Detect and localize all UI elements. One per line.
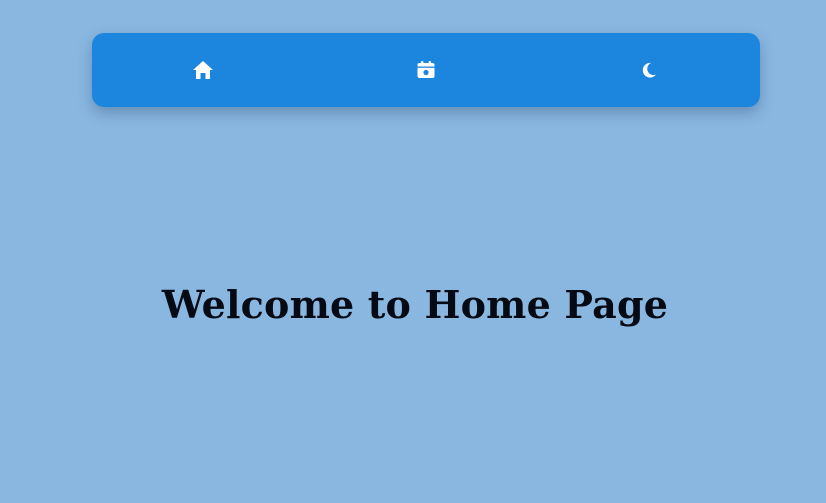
nav-calendar-button[interactable]	[406, 50, 446, 90]
top-navbar	[92, 33, 760, 107]
page: Welcome to Home Page	[0, 0, 826, 503]
calendar-icon	[416, 60, 436, 80]
page-heading: Welcome to Home Page	[161, 282, 669, 327]
nav-theme-toggle-button[interactable]	[629, 50, 669, 90]
home-icon	[192, 60, 214, 80]
nav-home-button[interactable]	[183, 50, 223, 90]
moon-icon	[640, 61, 658, 79]
